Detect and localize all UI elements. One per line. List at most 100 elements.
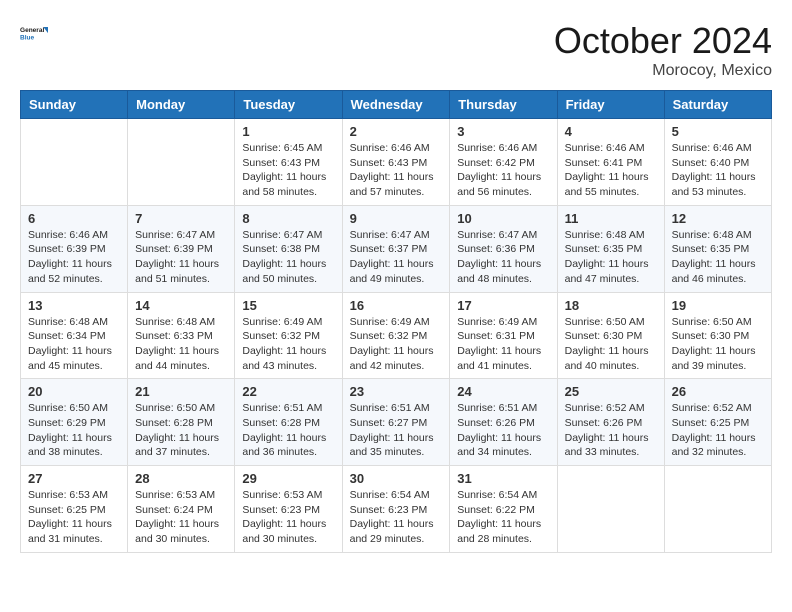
day-info: Sunrise: 6:47 AM Sunset: 6:36 PM Dayligh… <box>457 228 549 287</box>
day-number: 16 <box>350 298 443 313</box>
day-number: 22 <box>242 384 334 399</box>
calendar-cell <box>557 466 664 553</box>
day-number: 9 <box>350 211 443 226</box>
day-number: 28 <box>135 471 227 486</box>
day-number: 12 <box>672 211 764 226</box>
day-number: 29 <box>242 471 334 486</box>
day-number: 17 <box>457 298 549 313</box>
svg-text:General: General <box>20 27 44 34</box>
day-info: Sunrise: 6:47 AM Sunset: 6:37 PM Dayligh… <box>350 228 443 287</box>
page-header: GeneralBlue October 2024 Morocoy, Mexico <box>20 20 772 80</box>
day-number: 20 <box>28 384 120 399</box>
calendar-cell: 14Sunrise: 6:48 AM Sunset: 6:33 PM Dayli… <box>128 292 235 379</box>
day-info: Sunrise: 6:49 AM Sunset: 6:32 PM Dayligh… <box>242 315 334 374</box>
day-info: Sunrise: 6:46 AM Sunset: 6:42 PM Dayligh… <box>457 141 549 200</box>
calendar-cell: 31 Sunrise: 6:54 AM Sunset: 6:22 PM Dayli… <box>450 466 557 553</box>
calendar-cell: 3Sunrise: 6:46 AM Sunset: 6:42 PM Daylig… <box>450 119 557 206</box>
logo: GeneralBlue <box>20 20 48 48</box>
calendar-cell: 21 Sunrise: 6:50 AM Sunset: 6:28 PM Dayli… <box>128 379 235 466</box>
calendar-cell: 13 Sunrise: 6:48 AM Sunset: 6:34 PM Dayli… <box>21 292 128 379</box>
day-info: Sunrise: 6:46 AM Sunset: 6:41 PM Dayligh… <box>565 141 657 200</box>
day-info: Sunrise: 6:54 AM Sunset: 6:23 PM Dayligh… <box>350 488 443 547</box>
day-info: Sunrise: 6:50 AM Sunset: 6:29 PM Dayligh… <box>28 401 120 460</box>
day-info: Sunrise: 6:46 AM Sunset: 6:39 PM Dayligh… <box>28 228 120 287</box>
calendar-cell: 28 Sunrise: 6:53 AM Sunset: 6:24 PM Dayli… <box>128 466 235 553</box>
day-number: 19 <box>672 298 764 313</box>
day-info: Sunrise: 6:52 AM Sunset: 6:26 PM Dayligh… <box>565 401 657 460</box>
day-info: Sunrise: 6:53 AM Sunset: 6:25 PM Dayligh… <box>28 488 120 547</box>
calendar-cell: 20 Sunrise: 6:50 AM Sunset: 6:29 PM Dayli… <box>21 379 128 466</box>
day-number: 1 <box>242 124 334 139</box>
calendar-cell: 17 Sunrise: 6:49 AM Sunset: 6:31 PM Dayli… <box>450 292 557 379</box>
calendar-cell <box>128 119 235 206</box>
day-number: 21 <box>135 384 227 399</box>
calendar-cell: 30 Sunrise: 6:54 AM Sunset: 6:23 PM Dayli… <box>342 466 450 553</box>
day-number: 8 <box>242 211 334 226</box>
weekday-header: Sunday <box>21 91 128 119</box>
day-number: 2 <box>350 124 443 139</box>
day-info: Sunrise: 6:50 AM Sunset: 6:30 PM Dayligh… <box>565 315 657 374</box>
day-info: Sunrise: 6:51 AM Sunset: 6:26 PM Dayligh… <box>457 401 549 460</box>
day-number: 10 <box>457 211 549 226</box>
day-info: Sunrise: 6:50 AM Sunset: 6:28 PM Dayligh… <box>135 401 227 460</box>
calendar-cell: 24Sunrise: 6:51 AM Sunset: 6:26 PM Dayli… <box>450 379 557 466</box>
day-info: Sunrise: 6:46 AM Sunset: 6:43 PM Dayligh… <box>350 141 443 200</box>
calendar: SundayMondayTuesdayWednesdayThursdayFrid… <box>20 90 772 553</box>
day-info: Sunrise: 6:53 AM Sunset: 6:23 PM Dayligh… <box>242 488 334 547</box>
day-info: Sunrise: 6:52 AM Sunset: 6:25 PM Dayligh… <box>672 401 764 460</box>
calendar-cell: 15 Sunrise: 6:49 AM Sunset: 6:32 PM Dayli… <box>235 292 342 379</box>
day-info: Sunrise: 6:50 AM Sunset: 6:30 PM Dayligh… <box>672 315 764 374</box>
day-number: 30 <box>350 471 443 486</box>
calendar-cell: 7 Sunrise: 6:47 AM Sunset: 6:39 PM Daylig… <box>128 205 235 292</box>
day-number: 15 <box>242 298 334 313</box>
day-number: 13 <box>28 298 120 313</box>
calendar-cell: 5Sunrise: 6:46 AM Sunset: 6:40 PM Daylig… <box>664 119 771 206</box>
calendar-cell: 11 Sunrise: 6:48 AM Sunset: 6:35 PM Dayli… <box>557 205 664 292</box>
day-info: Sunrise: 6:48 AM Sunset: 6:35 PM Dayligh… <box>565 228 657 287</box>
day-info: Sunrise: 6:48 AM Sunset: 6:34 PM Dayligh… <box>28 315 120 374</box>
title-area: October 2024 Morocoy, Mexico <box>554 20 772 80</box>
calendar-cell: 6 Sunrise: 6:46 AM Sunset: 6:39 PM Daylig… <box>21 205 128 292</box>
weekday-header: Monday <box>128 91 235 119</box>
day-info: Sunrise: 6:51 AM Sunset: 6:27 PM Dayligh… <box>350 401 443 460</box>
calendar-cell: 27 Sunrise: 6:53 AM Sunset: 6:25 PM Dayli… <box>21 466 128 553</box>
day-number: 18 <box>565 298 657 313</box>
calendar-cell: 8 Sunrise: 6:47 AM Sunset: 6:38 PM Daylig… <box>235 205 342 292</box>
calendar-cell: 9 Sunrise: 6:47 AM Sunset: 6:37 PM Daylig… <box>342 205 450 292</box>
day-number: 7 <box>135 211 227 226</box>
calendar-cell: 22 Sunrise: 6:51 AM Sunset: 6:28 PM Dayli… <box>235 379 342 466</box>
calendar-cell <box>664 466 771 553</box>
calendar-cell: 25 Sunrise: 6:52 AM Sunset: 6:26 PM Dayli… <box>557 379 664 466</box>
day-info: Sunrise: 6:47 AM Sunset: 6:38 PM Dayligh… <box>242 228 334 287</box>
calendar-cell: 26 Sunrise: 6:52 AM Sunset: 6:25 PM Dayli… <box>664 379 771 466</box>
calendar-cell <box>21 119 128 206</box>
calendar-cell: 2 Sunrise: 6:46 AM Sunset: 6:43 PM Daylig… <box>342 119 450 206</box>
weekday-header: Wednesday <box>342 91 450 119</box>
day-number: 31 <box>457 471 549 486</box>
day-number: 6 <box>28 211 120 226</box>
calendar-cell: 18 Sunrise: 6:50 AM Sunset: 6:30 PM Dayli… <box>557 292 664 379</box>
day-number: 4 <box>565 124 657 139</box>
day-info: Sunrise: 6:54 AM Sunset: 6:22 PM Dayligh… <box>457 488 549 547</box>
day-info: Sunrise: 6:51 AM Sunset: 6:28 PM Dayligh… <box>242 401 334 460</box>
calendar-cell: 10 Sunrise: 6:47 AM Sunset: 6:36 PM Dayli… <box>450 205 557 292</box>
day-info: Sunrise: 6:49 AM Sunset: 6:31 PM Dayligh… <box>457 315 549 374</box>
day-info: Sunrise: 6:47 AM Sunset: 6:39 PM Dayligh… <box>135 228 227 287</box>
day-number: 25 <box>565 384 657 399</box>
day-info: Sunrise: 6:46 AM Sunset: 6:40 PM Dayligh… <box>672 141 764 200</box>
calendar-cell: 19 Sunrise: 6:50 AM Sunset: 6:30 PM Dayli… <box>664 292 771 379</box>
weekday-header: Saturday <box>664 91 771 119</box>
day-number: 11 <box>565 211 657 226</box>
day-info: Sunrise: 6:53 AM Sunset: 6:24 PM Dayligh… <box>135 488 227 547</box>
day-info: Sunrise: 6:48 AM Sunset: 6:35 PM Dayligh… <box>672 228 764 287</box>
calendar-cell: 16Sunrise: 6:49 AM Sunset: 6:32 PM Dayli… <box>342 292 450 379</box>
day-number: 26 <box>672 384 764 399</box>
logo-icon: GeneralBlue <box>20 20 48 48</box>
calendar-cell: 23Sunrise: 6:51 AM Sunset: 6:27 PM Dayli… <box>342 379 450 466</box>
day-number: 27 <box>28 471 120 486</box>
svg-text:Blue: Blue <box>20 35 34 42</box>
month-title: October 2024 <box>554 20 772 62</box>
day-number: 14 <box>135 298 227 313</box>
calendar-cell: 4 Sunrise: 6:46 AM Sunset: 6:41 PM Daylig… <box>557 119 664 206</box>
weekday-header: Tuesday <box>235 91 342 119</box>
